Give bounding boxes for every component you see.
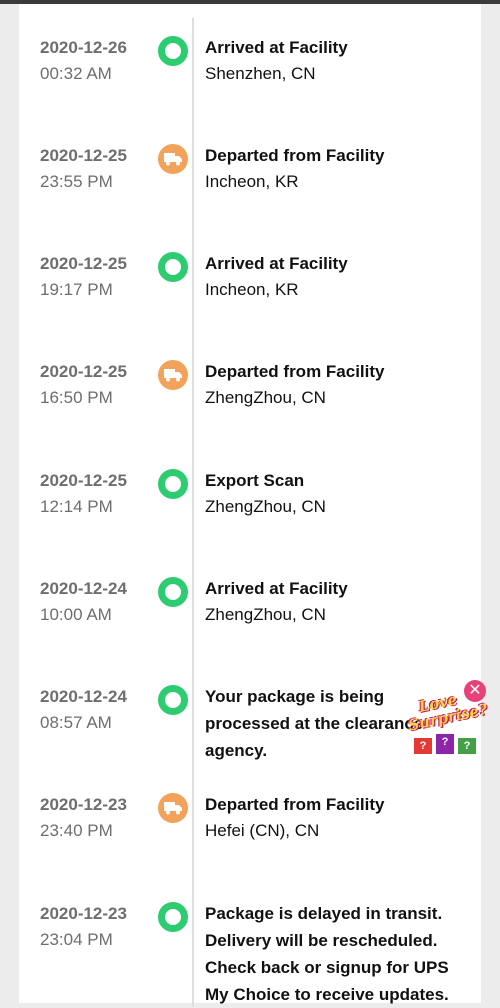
event-status: Arrived at Facility (205, 38, 348, 57)
truck-icon (158, 144, 188, 174)
timeline-event: 2020-12-25 23:55 PM Departed from Facili… (0, 144, 500, 246)
promo-label: Love Surprise? (404, 686, 489, 734)
event-status: Package is delayed in transit. Delivery … (205, 904, 449, 1004)
truck-icon (158, 793, 188, 823)
event-location: ZhengZhou, CN (205, 497, 326, 516)
event-time: 12:14 PM (40, 497, 113, 516)
event-date: 2020-12-25 (40, 146, 127, 165)
status-circle-icon (158, 577, 188, 607)
event-location: Shenzhen, CN (205, 64, 316, 83)
gift-box-icon: ? (458, 738, 476, 754)
status-circle-icon (158, 685, 188, 715)
event-date: 2020-12-24 (40, 687, 127, 706)
status-circle-icon (158, 469, 188, 499)
event-status: Departed from Facility (205, 795, 385, 814)
event-time: 23:04 PM (40, 930, 113, 949)
truck-icon (158, 360, 188, 390)
event-location: ZhengZhou, CN (205, 605, 326, 624)
event-location: Hefei (CN), CN (205, 821, 320, 840)
event-status: Arrived at Facility (205, 254, 348, 273)
event-location: Incheon, KR (205, 280, 299, 299)
status-circle-icon (158, 36, 188, 66)
timeline-event: 2020-12-23 23:04 PM Package is delayed i… (0, 902, 500, 1004)
event-time: 00:32 AM (40, 64, 112, 83)
event-status: Departed from Facility (205, 362, 385, 381)
event-date: 2020-12-25 (40, 254, 127, 273)
timeline-event: 2020-12-24 10:00 AM Arrived at Facility … (0, 577, 500, 679)
event-date: 2020-12-24 (40, 579, 127, 598)
event-status: Arrived at Facility (205, 579, 348, 598)
event-date: 2020-12-25 (40, 471, 127, 490)
event-time: 16:50 PM (40, 388, 113, 407)
timeline-event: 2020-12-25 12:14 PM Export Scan ZhengZho… (0, 469, 500, 571)
event-date: 2020-12-26 (40, 38, 127, 57)
timeline-event: 2020-12-23 23:40 PM Departed from Facili… (0, 793, 500, 895)
event-time: 19:17 PM (40, 280, 113, 299)
event-date: 2020-12-25 (40, 362, 127, 381)
event-location: ZhengZhou, CN (205, 388, 326, 407)
event-date: 2020-12-23 (40, 795, 127, 814)
event-status: Departed from Facility (205, 146, 385, 165)
event-date: 2020-12-23 (40, 904, 127, 923)
status-circle-icon (158, 252, 188, 282)
event-status: Export Scan (205, 471, 305, 490)
timeline-event: 2020-12-26 00:32 AM Arrived at Facility … (0, 36, 500, 138)
promo-widget[interactable]: ✕ Love Surprise? ? ? ? (400, 680, 492, 758)
event-time: 08:57 AM (40, 713, 112, 732)
gift-box-icon: ? (436, 734, 454, 754)
status-circle-icon (158, 902, 188, 932)
event-time: 23:40 PM (40, 821, 113, 840)
event-time: 23:55 PM (40, 172, 113, 191)
timeline-event: 2020-12-25 16:50 PM Departed from Facili… (0, 360, 500, 462)
event-location: Incheon, KR (205, 172, 299, 191)
event-time: 10:00 AM (40, 605, 112, 624)
gift-box-icon: ? (414, 738, 432, 754)
timeline-event: 2020-12-25 19:17 PM Arrived at Facility … (0, 252, 500, 354)
